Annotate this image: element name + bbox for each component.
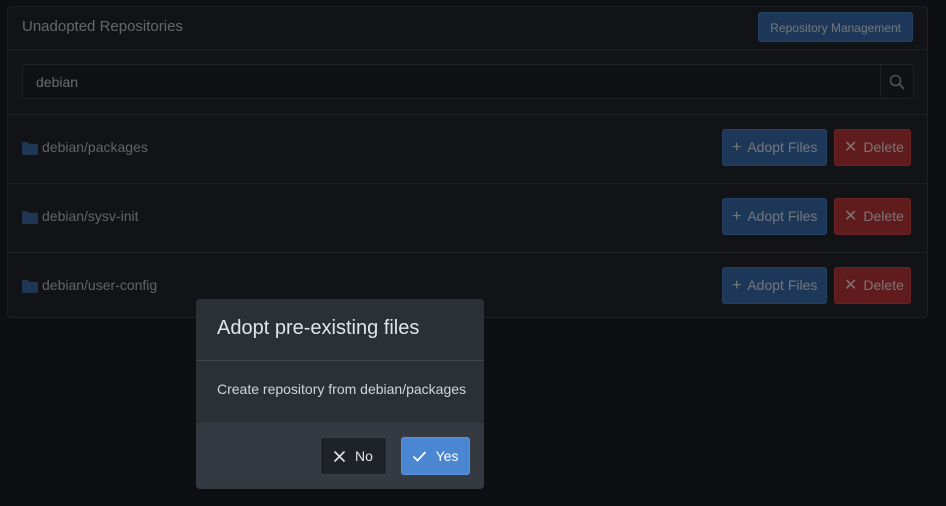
yes-label: Yes [435,448,459,464]
no-label: No [355,448,373,464]
close-icon [334,450,345,462]
adopt-files-modal: Adopt pre-existing files Create reposito… [196,299,484,489]
yes-button[interactable]: Yes [401,437,470,475]
modal-title: Adopt pre-existing files [217,317,420,339]
checkmark-icon [412,451,426,462]
modal-header: Adopt pre-existing files [196,299,484,361]
modal-body: Create repository from debian/packages [196,361,484,423]
no-button[interactable]: No [320,437,387,475]
modal-message: Create repository from debian/packages [217,381,467,397]
modal-footer: No Yes [196,423,484,489]
